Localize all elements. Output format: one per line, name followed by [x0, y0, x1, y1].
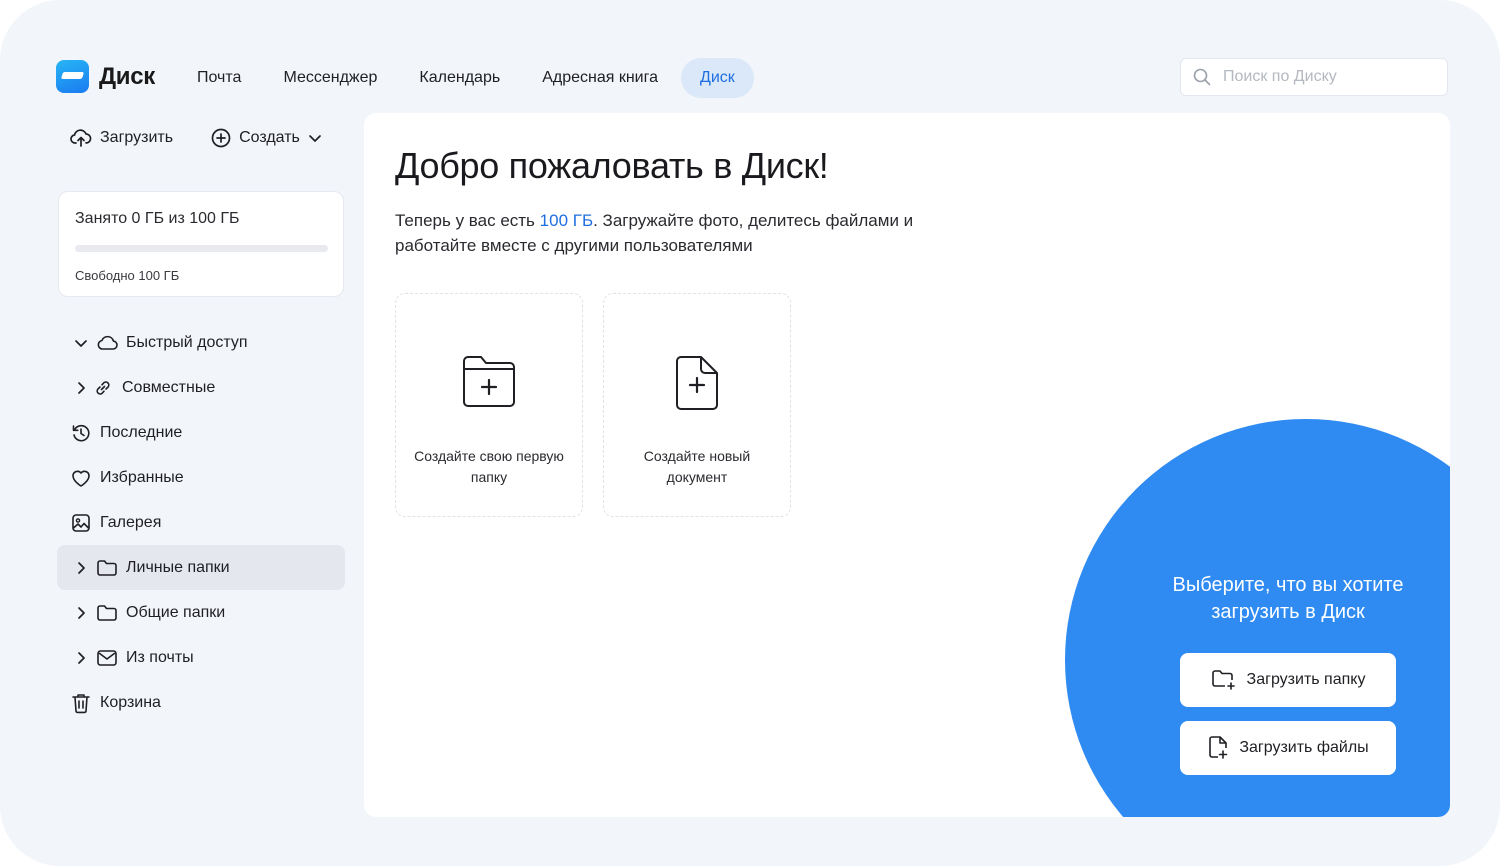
logo-text: Диск: [99, 62, 156, 90]
main-panel: Добро пожаловать в Диск! Теперь у вас ес…: [364, 113, 1450, 817]
chevron-right-icon[interactable]: [74, 651, 88, 665]
sidebar-item-favorites[interactable]: Избранные: [57, 455, 345, 500]
nav-item-calendar[interactable]: Календарь: [400, 58, 519, 98]
upload-folder-button[interactable]: Загрузить папку: [1180, 653, 1396, 707]
sidebar-item-label: Корзина: [100, 693, 161, 711]
upload-button[interactable]: Загрузить: [70, 128, 173, 148]
sidebar-item-label: Из почты: [126, 648, 194, 666]
create-document-label: Создайте новый документ: [643, 448, 751, 485]
cloud-upload-icon: [70, 128, 92, 148]
page-title: Добро пожаловать в Диск!: [395, 145, 829, 186]
create-label: Создать: [239, 129, 300, 146]
sidebar-item-gallery[interactable]: Галерея: [57, 500, 345, 545]
sidebar-item-label: Избранные: [100, 468, 184, 486]
create-document-card[interactable]: Создайте новый документ: [603, 293, 791, 517]
document-plus-icon: [604, 354, 790, 412]
folder-plus-icon: [396, 354, 582, 410]
nav-item-address-book[interactable]: Адресная книга: [523, 58, 677, 98]
chevron-down-icon: [308, 133, 322, 143]
upload-label: Загрузить: [100, 129, 174, 146]
sidebar-item-label: Последние: [100, 423, 183, 441]
sidebar-item-personal-folders[interactable]: Личные папки: [57, 545, 345, 590]
sidebar-item-recent[interactable]: Последние: [57, 410, 345, 455]
sidebar-item-label: Общие папки: [126, 603, 226, 621]
history-icon: [70, 422, 92, 444]
top-nav: Почта Мессенджер Календарь Адресная книг…: [178, 58, 754, 98]
storage-free-text: Свободно 100 ГБ: [75, 268, 180, 283]
folder-icon: [96, 557, 118, 579]
upload-files-label: Загрузить файлы: [1239, 739, 1369, 756]
file-upload-icon: [1207, 735, 1229, 761]
heart-icon: [70, 467, 92, 489]
chevron-down-icon[interactable]: [74, 338, 88, 348]
plus-circle-icon: [211, 128, 231, 148]
app-frame: Диск Почта Мессенджер Календарь Адресная…: [0, 0, 1500, 866]
mail-icon: [96, 647, 118, 669]
link-icon: [92, 377, 114, 399]
chevron-right-icon[interactable]: [74, 606, 88, 620]
nav-item-messenger[interactable]: Мессенджер: [264, 58, 396, 98]
cloud-icon: [96, 332, 118, 354]
storage-highlight: 100 ГБ: [539, 211, 594, 230]
upload-panel-title: Выберите, что вы хотите загрузить в Диск: [1172, 574, 1404, 623]
sidebar-item-label: Галерея: [100, 513, 162, 531]
trash-icon: [70, 692, 92, 714]
storage-used-text: Занято 0 ГБ из 100 ГБ: [75, 210, 240, 227]
folder-upload-icon: [1211, 669, 1237, 691]
upload-folder-label: Загрузить папку: [1246, 671, 1366, 688]
sidebar-actions: Загрузить Создать: [70, 128, 322, 148]
nav-item-mail[interactable]: Почта: [178, 58, 260, 98]
sidebar-item-shared-folders[interactable]: Общие папки: [57, 590, 345, 635]
logo[interactable]: Диск: [56, 60, 155, 93]
sidebar-item-label: Совместные: [122, 378, 216, 396]
gallery-icon: [70, 512, 92, 534]
create-button[interactable]: Создать: [211, 128, 322, 148]
create-folder-card[interactable]: Создайте свою первую папку: [395, 293, 583, 517]
search-input[interactable]: [1221, 67, 1435, 87]
folder-icon: [96, 602, 118, 624]
sidebar-item-trash[interactable]: Корзина: [57, 680, 345, 725]
sidebar-item-shared[interactable]: Совместные: [57, 365, 345, 410]
chevron-right-icon[interactable]: [74, 561, 88, 575]
welcome-text-part: Теперь у вас есть: [395, 211, 540, 230]
sidebar-item-from-mail[interactable]: Из почты: [57, 635, 345, 680]
sidebar-item-quick-access[interactable]: Быстрый доступ: [57, 320, 345, 365]
create-folder-label: Создайте свою первую папку: [414, 448, 564, 485]
chevron-right-icon[interactable]: [74, 381, 88, 395]
sidebar-item-label: Личные папки: [126, 558, 230, 576]
disk-logo-icon: [56, 60, 89, 93]
sidebar-tree: Быстрый доступ Совместные Последние Избр…: [57, 320, 345, 725]
sidebar-item-label: Быстрый доступ: [126, 333, 248, 351]
upload-files-button[interactable]: Загрузить файлы: [1180, 721, 1396, 775]
storage-card[interactable]: Занято 0 ГБ из 100 ГБ Свободно 100 ГБ: [58, 191, 344, 297]
storage-progress-bar: [75, 245, 328, 252]
search-icon: [1193, 68, 1211, 86]
nav-item-disk[interactable]: Диск: [681, 58, 754, 98]
welcome-text: Теперь у вас есть 100 ГБ. Загружайте фот…: [395, 208, 915, 258]
search-box[interactable]: [1180, 58, 1448, 96]
